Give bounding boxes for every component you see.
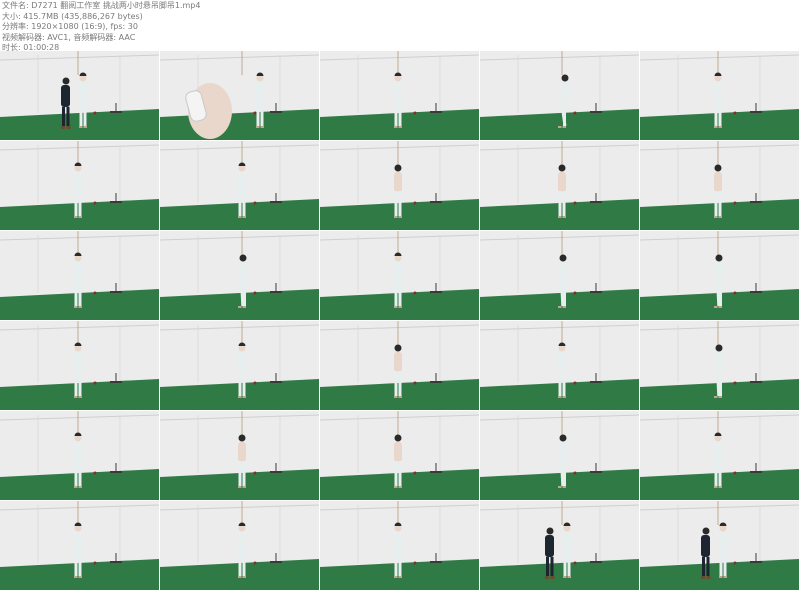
thumbnail-scene [480, 411, 639, 500]
video-thumbnail [320, 321, 479, 410]
thumbnail-scene [0, 411, 159, 500]
thumbnail-scene [480, 231, 639, 320]
video-thumbnail [640, 141, 799, 230]
thumbnail-scene [160, 411, 319, 500]
thumbnail-scene [160, 321, 319, 410]
thumbnail-scene [640, 51, 799, 140]
video-thumbnail [640, 501, 799, 590]
video-thumbnail [320, 411, 479, 500]
thumbnail-grid [0, 51, 800, 593]
thumbnail-scene [640, 411, 799, 500]
video-thumbnail [0, 51, 159, 140]
video-thumbnail [480, 141, 639, 230]
thumbnail-scene [640, 231, 799, 320]
thumbnail-scene [160, 141, 319, 230]
video-thumbnail [480, 51, 639, 140]
thumbnail-scene [0, 501, 159, 590]
thumbnail-scene [0, 231, 159, 320]
video-thumbnail [0, 231, 159, 320]
video-thumbnail [160, 501, 319, 590]
file-info-header: 文件名: D7271 翻阅工作室 挑战两小时悬吊脚吊1.mp4 大小: 415.… [2, 1, 422, 54]
video-thumbnail [480, 321, 639, 410]
video-thumbnail [640, 411, 799, 500]
thumbnail-scene [0, 141, 159, 230]
thumbnail-scene [480, 501, 639, 590]
thumbnail-scene [320, 231, 479, 320]
file-size-line: 大小: 415.7MB (435,886,267 bytes) [2, 11, 143, 21]
video-thumbnail [480, 411, 639, 500]
video-thumbnail [320, 51, 479, 140]
video-thumbnail [320, 141, 479, 230]
thumbnail-scene [320, 141, 479, 230]
contact-sheet: 文件名: D7271 翻阅工作室 挑战两小时悬吊脚吊1.mp4 大小: 415.… [0, 0, 800, 593]
thumbnail-scene [320, 411, 479, 500]
video-thumbnail [320, 231, 479, 320]
thumbnail-scene [0, 51, 159, 140]
thumbnail-scene [320, 51, 479, 140]
video-thumbnail [0, 141, 159, 230]
thumbnail-scene [320, 501, 479, 590]
thumbnail-scene [160, 231, 319, 320]
video-thumbnail [480, 501, 639, 590]
thumbnail-scene [480, 321, 639, 410]
thumbnail-scene [640, 501, 799, 590]
thumbnail-scene [0, 321, 159, 410]
video-thumbnail [160, 321, 319, 410]
codec-line: 视频解码器: AVC1, 音频解码器: AAC [2, 32, 136, 42]
video-thumbnail [0, 411, 159, 500]
video-thumbnail [320, 501, 479, 590]
video-thumbnail [640, 231, 799, 320]
video-thumbnail [160, 411, 319, 500]
resolution-line: 分辨率: 1920×1080 (16:9), fps: 30 [2, 22, 138, 31]
video-thumbnail [0, 321, 159, 410]
video-thumbnail [160, 141, 319, 230]
thumbnail-scene [480, 51, 639, 140]
video-thumbnail [160, 51, 319, 140]
video-thumbnail [0, 501, 159, 590]
thumbnail-scene [480, 141, 639, 230]
video-thumbnail [640, 51, 799, 140]
thumbnail-scene [320, 321, 479, 410]
video-thumbnail [480, 231, 639, 320]
file-name-line: 文件名: D7271 翻阅工作室 挑战两小时悬吊脚吊1.mp4 [2, 1, 201, 10]
thumbnail-scene [640, 321, 799, 410]
thumbnail-scene [640, 141, 799, 230]
video-thumbnail [160, 231, 319, 320]
thumbnail-scene [160, 501, 319, 590]
video-thumbnail [640, 321, 799, 410]
thumbnail-scene [160, 51, 319, 140]
